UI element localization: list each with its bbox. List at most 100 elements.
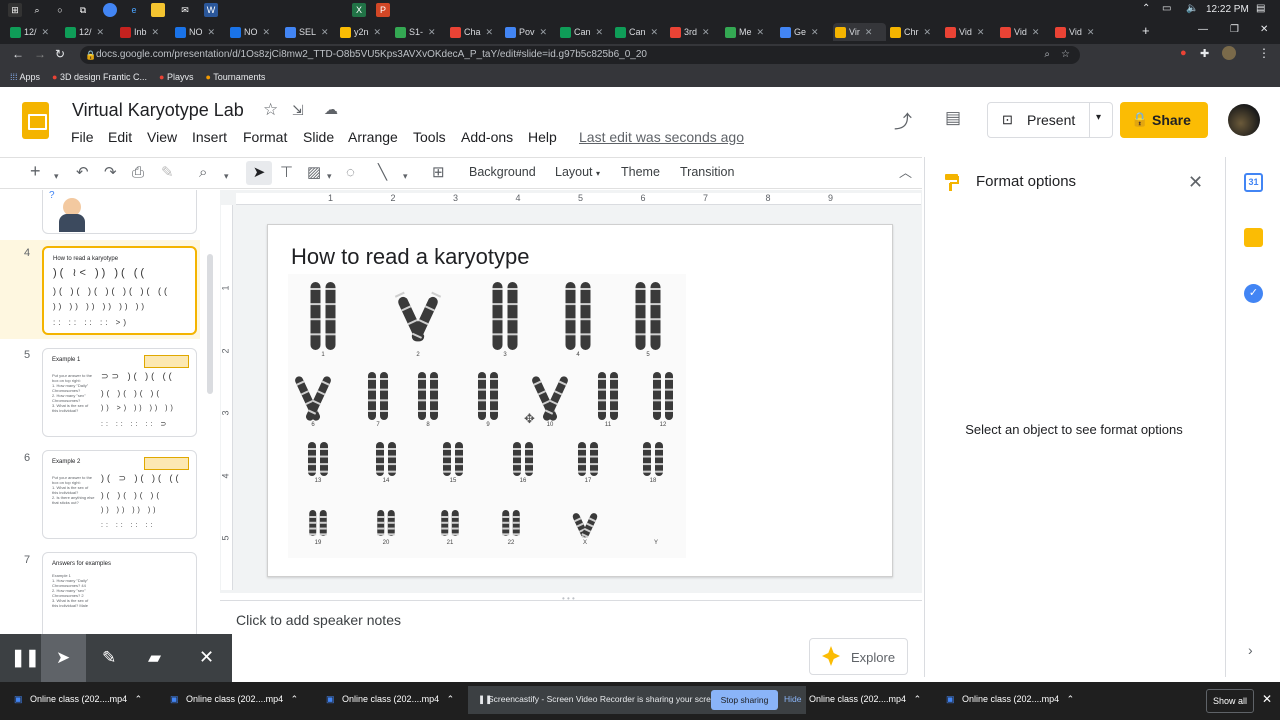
chrome-icon[interactable] bbox=[103, 3, 117, 17]
menu-help[interactable]: Help bbox=[528, 129, 557, 145]
tab-close-icon[interactable]: ✕ bbox=[924, 27, 932, 38]
tab-close-icon[interactable]: ✕ bbox=[977, 27, 985, 38]
account-avatar[interactable] bbox=[1228, 104, 1260, 136]
show-all-button[interactable]: Show all bbox=[1206, 689, 1254, 713]
browser-tab[interactable]: NO ✕ bbox=[228, 23, 281, 41]
browser-tab[interactable]: Ge ✕ bbox=[778, 23, 831, 41]
text-box-icon[interactable]: ⊤ bbox=[280, 165, 293, 181]
slides-logo[interactable] bbox=[22, 102, 49, 139]
slide-thumbnail[interactable]: ? bbox=[42, 190, 197, 234]
tray-chevron-icon[interactable]: ⌃ bbox=[1142, 3, 1150, 14]
present-button[interactable]: ⊡ Present ▾ bbox=[987, 102, 1113, 138]
folder-icon[interactable] bbox=[151, 3, 165, 17]
hide-notice-button[interactable]: Hide bbox=[784, 694, 801, 704]
insert-comment-icon[interactable]: ⊞ bbox=[432, 165, 445, 181]
browser-tab[interactable]: Me ✕ bbox=[723, 23, 776, 41]
tab-close-icon[interactable]: ✕ bbox=[428, 27, 436, 38]
tab-close-icon[interactable]: ✕ bbox=[42, 27, 50, 38]
browser-tab[interactable]: Vid ✕ bbox=[998, 23, 1051, 41]
bookmark-apps[interactable]: ⁞⁞⁞ Apps bbox=[10, 72, 40, 82]
profile-icon[interactable] bbox=[1222, 46, 1236, 60]
browser-tab[interactable]: Inb ✕ bbox=[118, 23, 171, 41]
tab-close-icon[interactable]: ✕ bbox=[757, 27, 765, 38]
move-folder-icon[interactable]: ⇲ bbox=[292, 102, 304, 119]
tab-close-icon[interactable]: ✕ bbox=[596, 27, 604, 38]
karyotype-image[interactable]: 1 2 3 4 56 7 8 9 10 11 1213 14 15 16 17 1819 20 21 22 X Y bbox=[288, 274, 686, 558]
browser-tab[interactable]: Can ✕ bbox=[613, 23, 666, 41]
cloud-status-icon[interactable]: ☁ bbox=[324, 101, 338, 118]
download-item[interactable]: Online class (202....mp4 ⌃ bbox=[809, 694, 921, 705]
omnibox[interactable]: 🔒 docs.google.com/presentation/d/1Os8zjC… bbox=[80, 46, 1080, 64]
stop-sharing-button[interactable]: Stop sharing bbox=[711, 690, 778, 710]
new-tab-icon[interactable]: + bbox=[1142, 23, 1150, 38]
tab-close-icon[interactable]: ✕ bbox=[1032, 27, 1040, 38]
image-dropdown-icon[interactable]: ▾ bbox=[327, 168, 332, 184]
tab-close-icon[interactable]: ✕ bbox=[263, 27, 271, 38]
browser-tab[interactable]: 3rd ✕ bbox=[668, 23, 721, 41]
keep-icon[interactable] bbox=[1244, 228, 1263, 247]
reload-icon[interactable]: ↻ bbox=[55, 47, 65, 61]
network-icon[interactable]: ▭ bbox=[1162, 3, 1171, 14]
tab-close-icon[interactable]: ✕ bbox=[208, 27, 216, 38]
browser-tab[interactable]: SEL ✕ bbox=[283, 23, 336, 41]
slide-thumbnail-5[interactable]: Example 1 Put your answer to the box on t… bbox=[42, 348, 197, 437]
expand-side-panel-icon[interactable]: › bbox=[1248, 642, 1253, 658]
pen-icon[interactable]: ✎ bbox=[102, 648, 116, 668]
excel-icon[interactable]: X bbox=[352, 3, 366, 17]
tab-close-icon[interactable]: ✕ bbox=[702, 27, 710, 38]
close-downloads-icon[interactable]: ✕ bbox=[1262, 692, 1272, 706]
browser-tab[interactable]: Vid ✕ bbox=[943, 23, 996, 41]
menu-view[interactable]: View bbox=[147, 129, 177, 145]
close-annotation-icon[interactable]: ✕ bbox=[199, 647, 214, 668]
download-item[interactable]: ▣ Online class (202....mp4 ⌃ bbox=[946, 694, 1074, 705]
tab-close-icon[interactable]: ✕ bbox=[486, 27, 494, 38]
slide-thumbnail-6[interactable]: Example 2 Put your answer to the box on t… bbox=[42, 450, 197, 539]
slide-title[interactable]: How to read a karyotype bbox=[291, 244, 529, 270]
windows-start-icon[interactable]: ⊞ bbox=[8, 3, 22, 17]
browser-tab[interactable]: Vid ✕ bbox=[1053, 23, 1106, 41]
menu-arrange[interactable]: Arrange bbox=[348, 129, 398, 145]
redo-icon[interactable]: ↷ bbox=[104, 165, 117, 181]
undo-icon[interactable]: ↶ bbox=[76, 165, 89, 181]
bookmark-playvs[interactable]: ● Playvs bbox=[159, 72, 193, 82]
tab-close-icon[interactable]: ✕ bbox=[540, 27, 548, 38]
zoom-dropdown-icon[interactable]: ▾ bbox=[224, 168, 229, 184]
download-item[interactable]: ▣ Online class (202....mp4 ⌃ bbox=[326, 694, 454, 705]
document-title[interactable]: Virtual Karyotype Lab bbox=[72, 100, 244, 121]
menu-format[interactable]: Format bbox=[243, 129, 287, 145]
menu-slide[interactable]: Slide bbox=[303, 129, 334, 145]
tab-close-icon[interactable]: ✕ bbox=[1087, 27, 1095, 38]
download-item[interactable]: ▣ Online class (202....mp4 ⌃ bbox=[14, 694, 142, 705]
bookmark-3d-design[interactable]: ● 3D design Frantic C... bbox=[52, 72, 147, 82]
tab-close-icon[interactable]: ✕ bbox=[651, 27, 659, 38]
vertical-ruler[interactable]: 1 2 3 4 5 bbox=[221, 205, 233, 590]
download-item[interactable]: ▣ Online class (202....mp4 ⌃ bbox=[170, 694, 298, 705]
cortana-icon[interactable]: ○ bbox=[53, 3, 67, 17]
paint-format-icon[interactable]: ✎ bbox=[161, 165, 174, 181]
search-icon[interactable]: ⌕ bbox=[30, 3, 44, 17]
forward-icon[interactable]: → bbox=[34, 47, 46, 61]
highlighter-icon[interactable]: ▰ bbox=[148, 648, 161, 668]
present-dropdown-icon[interactable]: ▾ bbox=[1096, 112, 1101, 123]
browser-tab[interactable]: S1- ✕ bbox=[393, 23, 446, 41]
explore-button[interactable]: Explore bbox=[809, 638, 908, 675]
browser-tab[interactable]: Pov ✕ bbox=[503, 23, 556, 41]
calendar-icon[interactable]: 31 bbox=[1244, 173, 1263, 192]
horizontal-ruler[interactable]: 1 2 3 4 5 6 7 8 9 bbox=[236, 193, 921, 205]
menu-file[interactable]: File bbox=[71, 129, 94, 145]
restore-icon[interactable]: ❐ bbox=[1230, 24, 1239, 35]
volume-icon[interactable]: 🔈 bbox=[1186, 3, 1198, 14]
line-dropdown-icon[interactable]: ▾ bbox=[403, 168, 408, 184]
browser-tab[interactable]: Cha ✕ bbox=[448, 23, 501, 41]
close-icon[interactable]: ✕ bbox=[1188, 172, 1203, 193]
new-slide-plus-icon[interactable]: + bbox=[30, 162, 41, 180]
browser-tab[interactable]: 12/ ✕ bbox=[63, 23, 116, 41]
slide-thumbnail-7[interactable]: Answers for examples Example 1 1. How man… bbox=[42, 552, 197, 635]
minimize-icon[interactable]: — bbox=[1198, 24, 1208, 35]
tab-close-icon[interactable]: ✕ bbox=[97, 27, 105, 38]
new-slide-dropdown-icon[interactable]: ▾ bbox=[54, 168, 59, 184]
extension-icon[interactable]: ● bbox=[1180, 47, 1187, 59]
menu-addons[interactable]: Add-ons bbox=[461, 129, 513, 145]
word-icon[interactable]: W bbox=[204, 3, 218, 17]
image-icon[interactable]: ▨ bbox=[307, 165, 321, 181]
